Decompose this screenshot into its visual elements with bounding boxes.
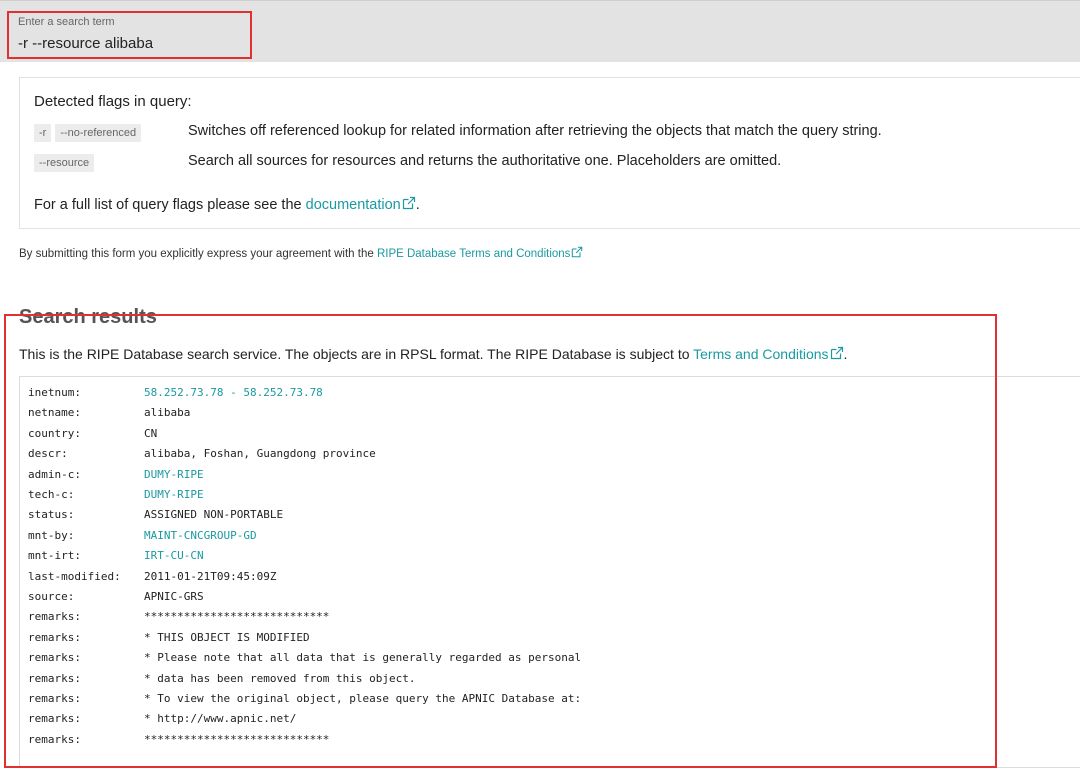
terms-agreement: By submitting this form you explicitly e… — [19, 246, 583, 260]
rpsl-attribute-key: last-modified: — [28, 569, 121, 583]
terms-prefix: By submitting this form you explicitly e… — [19, 248, 377, 260]
flag-chip: --no-referenced — [55, 124, 142, 142]
rpsl-attribute-value: alibaba — [144, 406, 191, 420]
flag-chip: -r — [34, 124, 52, 142]
search-input[interactable] — [18, 33, 243, 53]
rpsl-attribute-value: APNIC-GRS — [144, 590, 204, 603]
rpsl-attribute-key: remarks: — [28, 610, 81, 624]
rpsl-attribute-value: * data has been removed from this object… — [144, 671, 416, 685]
search-field-container[interactable]: Enter a search term — [8, 11, 248, 57]
rpsl-attribute-value: * Please note that all data that is gene… — [144, 651, 582, 665]
flag-description: Search all sources for resources and ret… — [188, 153, 782, 169]
external-link-icon — [402, 196, 415, 210]
rpsl-attribute-key: remarks: — [28, 692, 81, 705]
rpsl-value-link[interactable]: 58.252.73.78 - 58.252.73.78 — [144, 386, 323, 399]
rpsl-attribute-key: admin-c: — [28, 467, 81, 481]
rpsl-attribute-key: country: — [28, 426, 81, 440]
rpsl-attribute-value: * THIS OBJECT IS MODIFIED — [144, 630, 310, 644]
flags-title: Detected flags in query: — [34, 93, 192, 110]
results-heading: Search results — [19, 306, 157, 328]
rpsl-attribute-key: tech-c: — [28, 488, 75, 501]
flag-row: --resource — [34, 153, 98, 173]
search-bar: Enter a search term — [0, 0, 1080, 62]
rpsl-attribute-value: **************************** — [144, 610, 330, 624]
documentation-prefix: For a full list of query flags please se… — [34, 197, 306, 213]
results-terms-link[interactable]: Terms and Conditions — [693, 346, 843, 362]
rpsl-attribute-key: remarks: — [28, 630, 81, 644]
rpsl-attribute-key: source: — [28, 590, 75, 603]
external-link-icon — [572, 246, 583, 258]
detected-flags-panel: Detected flags in query: -r --no-referenc… — [19, 77, 1080, 229]
rpsl-value-link[interactable]: IRT-CU-CN — [144, 549, 204, 562]
external-link-icon — [830, 346, 843, 360]
rpsl-attribute-key: mnt-irt: — [28, 549, 81, 563]
documentation-line: For a full list of query flags please se… — [34, 196, 420, 213]
flag-chip: --resource — [34, 154, 95, 172]
documentation-suffix: . — [415, 197, 420, 213]
rpsl-attribute-value: **************************** — [144, 732, 330, 746]
rpsl-attribute-key: remarks: — [28, 671, 81, 685]
rpsl-attribute-key: remarks: — [28, 732, 81, 746]
results-terms-link-text: Terms and Conditions — [693, 346, 829, 362]
rpsl-attribute-key: remarks: — [28, 712, 81, 726]
flag-row: -r --no-referenced — [34, 123, 145, 143]
rpsl-attribute-key: mnt-by: — [28, 528, 75, 542]
rpsl-attribute-value: ASSIGNED NON-PORTABLE — [144, 508, 284, 522]
rpsl-value-link[interactable]: DUMY-RIPE — [144, 488, 204, 501]
rpsl-value-link[interactable]: MAINT-CNCGROUP-GD — [144, 529, 257, 542]
rpsl-attribute-key: status: — [28, 508, 75, 522]
terms-link-text: RIPE Database Terms and Conditions — [376, 248, 571, 260]
rpsl-attribute-value: 2011-01-21T09:45:09Z — [144, 569, 277, 583]
rpsl-attribute-value: CN — [144, 426, 158, 440]
flag-description: Switches off referenced lookup for relat… — [188, 123, 882, 139]
results-intro-suffix: . — [843, 346, 848, 362]
rpsl-value-link[interactable]: DUMY-RIPE — [144, 468, 204, 481]
documentation-link[interactable]: documentation — [305, 196, 416, 213]
results-intro-prefix: This is the RIPE Database search service… — [19, 346, 694, 362]
results-intro: This is the RIPE Database search service… — [19, 346, 847, 362]
terms-link[interactable]: RIPE Database Terms and Conditions — [376, 246, 583, 260]
rpsl-attribute-key: remarks: — [28, 651, 81, 665]
rpsl-attribute-value: * http://www.apnic.net/ — [144, 712, 297, 726]
documentation-link-text: documentation — [305, 197, 401, 213]
rpsl-attribute-key: inetnum: — [28, 386, 81, 399]
search-label: Enter a search term — [18, 16, 115, 28]
rpsl-attribute-key: netname: — [28, 406, 81, 420]
rpsl-attribute-value: alibaba, Foshan, Guangdong province — [144, 447, 376, 461]
rpsl-object: inetnum: 58.252.73.78 - 58.252.73.78 netna… — [19, 376, 1080, 768]
rpsl-attribute-key: descr: — [28, 447, 68, 461]
rpsl-attribute-value: * To view the original object, please qu… — [144, 692, 582, 705]
